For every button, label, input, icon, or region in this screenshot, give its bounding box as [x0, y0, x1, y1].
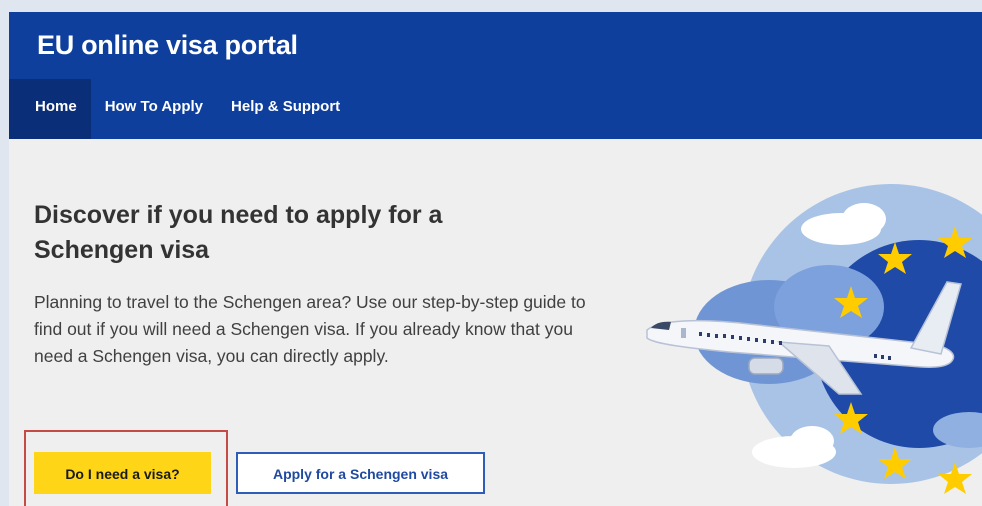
intro-text: Planning to travel to the Schengen area?… — [34, 292, 586, 366]
cloud-shape — [842, 203, 886, 235]
page-headline: Discover if you need to apply for a Sche… — [34, 198, 554, 268]
headline-line-2: Schengen visa — [34, 236, 210, 264]
nav-help-support[interactable]: Help & Support — [217, 79, 354, 139]
nav-how-to-apply[interactable]: How To Apply — [91, 79, 217, 139]
headline-line-1: Discover if you need to apply for a — [34, 201, 443, 229]
site-header: EU online visa portal Home How To Apply … — [9, 12, 982, 139]
airplane-eu-stars-illustration — [646, 184, 982, 494]
apply-schengen-visa-button[interactable]: Apply for a Schengen visa — [236, 452, 485, 494]
portal-title[interactable]: EU online visa portal — [37, 30, 298, 61]
nav-home[interactable]: Home — [9, 79, 91, 139]
need-visa-button[interactable]: Do I need a visa? — [34, 452, 211, 494]
cloud-shape — [790, 426, 834, 456]
page-frame: EU online visa portal Home How To Apply … — [9, 12, 982, 506]
main-nav: Home How To Apply Help & Support — [9, 79, 354, 139]
